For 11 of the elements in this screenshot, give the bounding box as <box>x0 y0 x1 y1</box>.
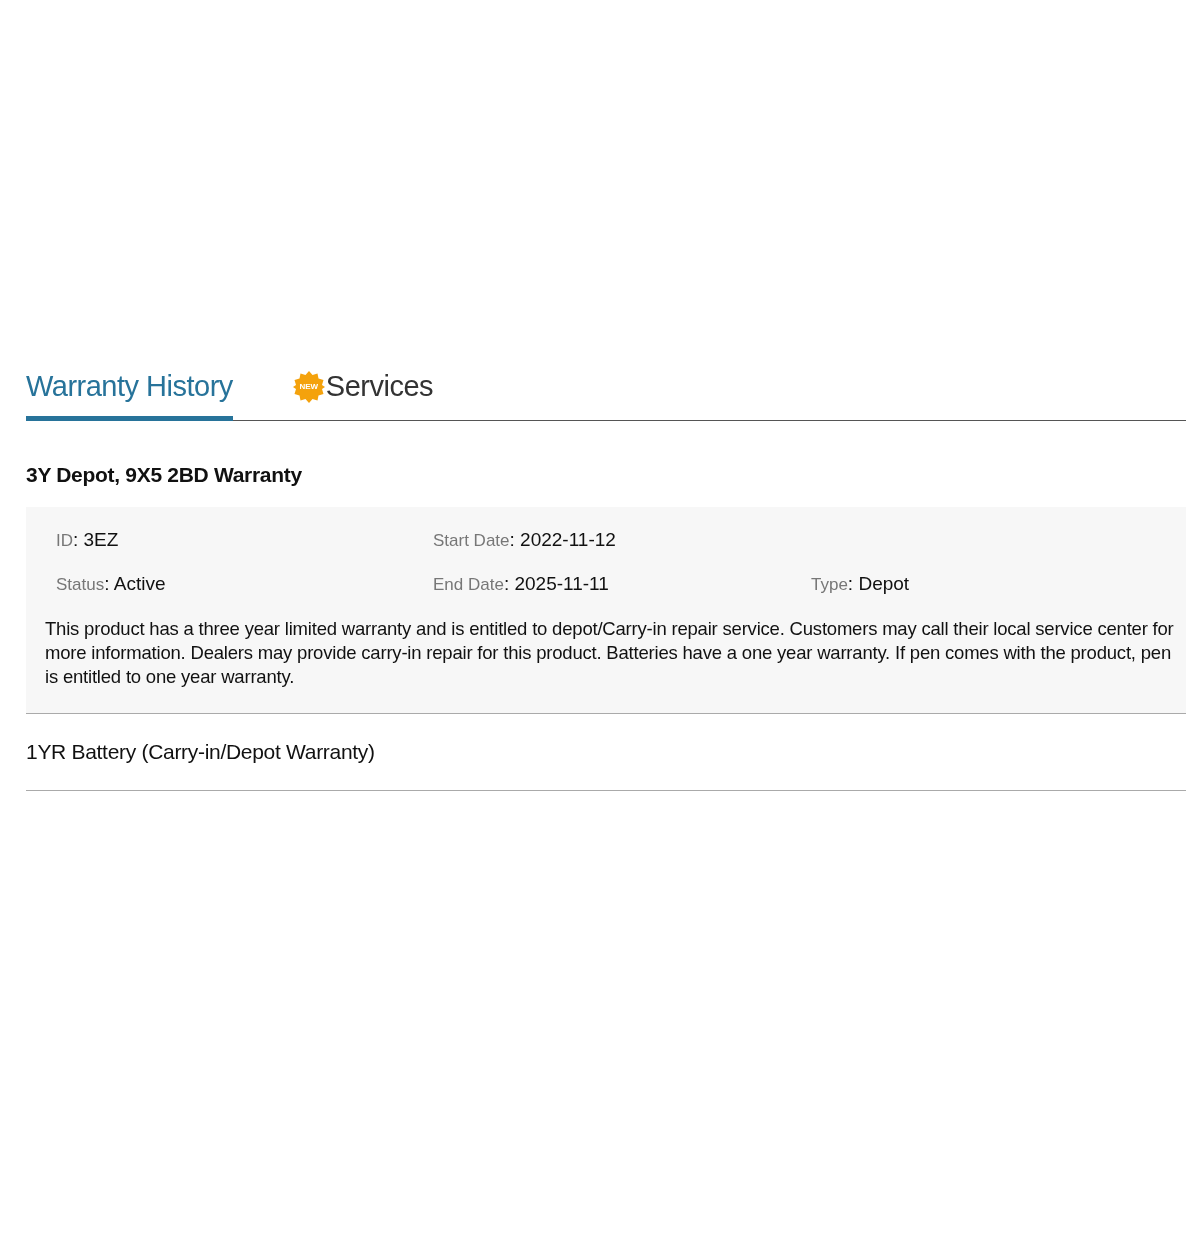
detail-field: Status: Active <box>56 573 166 595</box>
new-badge: NEW <box>292 370 325 403</box>
tab[interactable]: Warranty History <box>26 360 233 421</box>
tab[interactable]: NEW Services <box>292 360 434 421</box>
warranty-title[interactable]: 1YR Battery (Carry-in/Depot Warranty) <box>26 714 1186 791</box>
detail-field: Type: Depot <box>811 573 910 595</box>
detail-field: Start Date: 2022-11-12 <box>433 529 616 551</box>
detail-field: ID: 3EZ <box>56 529 119 551</box>
warranty-title[interactable]: 3Y Depot, 9X5 2BD Warranty <box>26 421 1186 507</box>
warranty-description: This product has a three year limited warranty and is entitled to depot/Carry-in repair service. Customers may call their local service center for more information. Dealers may provide carry-in repair for this product. Batteries have a one year warranty. If pen comes with the product, pen is entitled to one year warranty. <box>45 617 1175 689</box>
detail-field: End Date: 2025-11-11 <box>433 573 609 595</box>
